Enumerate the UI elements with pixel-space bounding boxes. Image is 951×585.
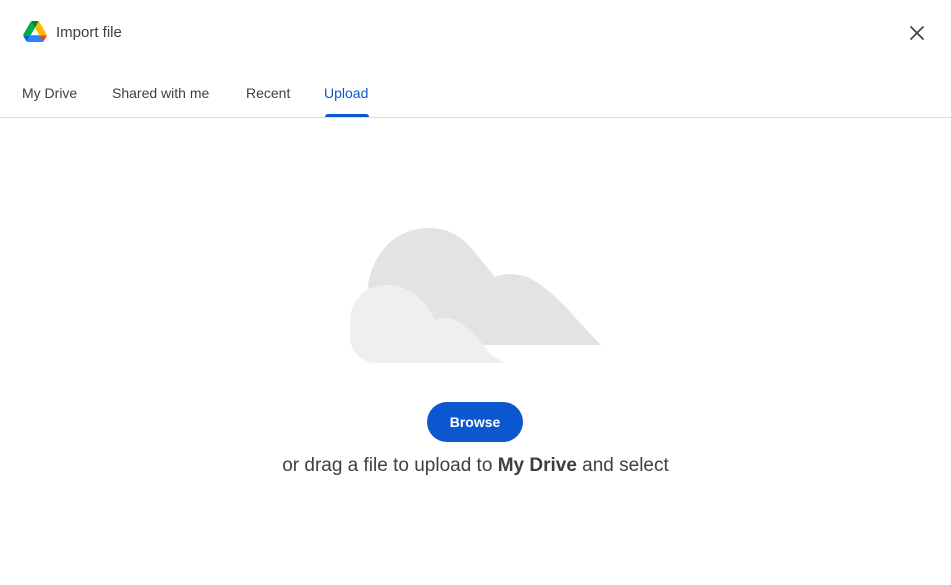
import-file-dialog: Import file My Drive Shared with me Rece… bbox=[0, 0, 951, 585]
close-button[interactable] bbox=[902, 18, 932, 48]
cloud-illustration bbox=[350, 228, 601, 363]
drag-text-prefix: or drag a file to upload to bbox=[282, 455, 498, 476]
close-icon bbox=[910, 26, 924, 40]
tab-upload[interactable]: Upload bbox=[324, 72, 368, 117]
active-tab-indicator bbox=[325, 114, 369, 117]
drag-text-location: My Drive bbox=[497, 455, 577, 476]
dialog-title: Import file bbox=[56, 24, 122, 41]
google-drive-icon bbox=[23, 21, 47, 42]
browse-button[interactable]: Browse bbox=[427, 402, 523, 442]
drag-text-suffix: and select bbox=[576, 455, 669, 476]
tab-recent[interactable]: Recent bbox=[246, 72, 290, 117]
dialog-header: Import file bbox=[0, 0, 951, 66]
drag-instructions: or drag a file to upload to My Drive and… bbox=[0, 454, 951, 478]
tab-my-drive[interactable]: My Drive bbox=[22, 72, 77, 117]
tab-shared-with-me[interactable]: Shared with me bbox=[112, 72, 209, 117]
tab-bar: My Drive Shared with me Recent Upload bbox=[0, 72, 951, 118]
